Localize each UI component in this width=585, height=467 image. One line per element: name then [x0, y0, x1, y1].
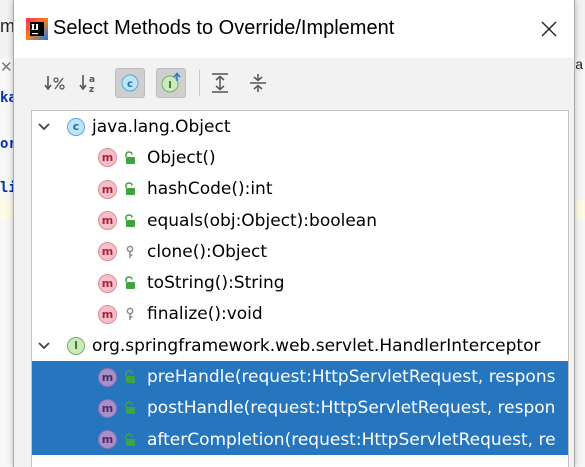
method-row[interactable]: m Object()	[32, 142, 568, 173]
tree-group-row[interactable]: I org.springframework.web.servlet.Handle…	[32, 330, 568, 361]
method-label: postHandle(request:HttpServletRequest, r…	[147, 398, 556, 419]
public-lock-icon	[122, 369, 138, 385]
public-lock-icon	[122, 400, 138, 416]
method-icon: m	[98, 398, 117, 418]
method-row[interactable]: m hashCode():int	[32, 174, 568, 205]
class-icon: c	[121, 74, 139, 92]
chevron-down-icon[interactable]	[36, 119, 52, 135]
method-icon: m	[98, 430, 117, 450]
sort-alpha-icon: a z	[79, 75, 95, 94]
close-icon	[541, 21, 557, 37]
method-row[interactable]: m equals(obj:Object):boolean	[32, 205, 568, 236]
expand-all-button[interactable]	[205, 68, 235, 98]
method-icon: m	[98, 367, 117, 387]
method-row-selected[interactable]: m postHandle(request:HttpServletRequest,…	[32, 392, 568, 424]
sort-by-visibility-button[interactable]	[40, 68, 70, 98]
intellij-logo-icon	[26, 18, 48, 40]
public-lock-icon	[122, 213, 138, 229]
method-row[interactable]: m clone():Object	[32, 236, 568, 267]
sort-visibility-icon	[44, 76, 65, 91]
sort-alphabetically-button[interactable]: a z	[75, 68, 105, 98]
group-label: java.lang.Object	[92, 116, 231, 137]
toolbar-separator	[199, 70, 200, 96]
svg-text:I: I	[168, 80, 172, 91]
chevron-down-icon[interactable]	[36, 338, 52, 354]
interface-up-icon: I	[161, 72, 181, 93]
show-interfaces-toggle[interactable]: I	[156, 68, 186, 98]
dialog-toolbar: a z c I	[14, 58, 574, 110]
public-lock-icon	[122, 275, 138, 291]
method-label: Object()	[147, 147, 216, 168]
collapse-all-button[interactable]	[243, 68, 273, 98]
method-label: clone():Object	[147, 241, 268, 262]
screen: m ✕ ka or li va Select Methods to Overri…	[0, 0, 585, 467]
method-row-selected[interactable]: m afterCompletion(request:HttpServletReq…	[32, 423, 568, 456]
protected-key-icon	[122, 306, 138, 322]
show-classes-toggle[interactable]: c	[115, 68, 145, 98]
override-methods-dialog: Select Methods to Override/Implement a z…	[13, 0, 575, 467]
methods-tree: c java.lang.Object m Object() m hashCode…	[31, 110, 569, 467]
method-label: equals(obj:Object):boolean	[147, 210, 377, 231]
protected-key-icon	[122, 244, 138, 260]
method-icon: m	[98, 273, 117, 293]
public-lock-icon	[122, 432, 138, 448]
close-button[interactable]	[536, 16, 562, 42]
method-row-selected[interactable]: m preHandle(request:HttpServletRequest, …	[32, 361, 568, 393]
dialog-titlebar[interactable]: Select Methods to Override/Implement	[14, 0, 574, 58]
interface-icon: I	[67, 336, 85, 355]
public-lock-icon	[122, 150, 138, 166]
method-row[interactable]: m finalize():void	[32, 299, 568, 330]
tree-group-row[interactable]: c java.lang.Object	[32, 111, 568, 142]
public-lock-icon	[122, 181, 138, 197]
method-label: preHandle(request:HttpServletRequest, re…	[147, 367, 556, 388]
background-close-glyph: ✕	[0, 58, 13, 76]
method-icon: m	[98, 179, 117, 199]
dialog-title: Select Methods to Override/Implement	[53, 17, 395, 39]
svg-text:a: a	[89, 75, 95, 85]
method-icon: m	[98, 304, 117, 324]
method-label: toString():String	[147, 273, 285, 294]
group-label: org.springframework.web.servlet.HandlerI…	[92, 335, 541, 356]
method-row[interactable]: m toString():String	[32, 267, 568, 298]
expand-all-icon	[212, 73, 228, 93]
collapse-all-icon	[250, 74, 266, 92]
method-label: afterCompletion(request:HttpServletReque…	[147, 429, 556, 450]
class-icon: c	[67, 117, 85, 136]
svg-text:z: z	[89, 85, 94, 94]
method-icon: m	[98, 242, 117, 262]
method-label: finalize():void	[147, 304, 263, 325]
method-icon: m	[98, 148, 117, 168]
svg-text:c: c	[127, 79, 133, 90]
method-label: hashCode():int	[147, 179, 273, 200]
method-icon: m	[98, 211, 117, 231]
